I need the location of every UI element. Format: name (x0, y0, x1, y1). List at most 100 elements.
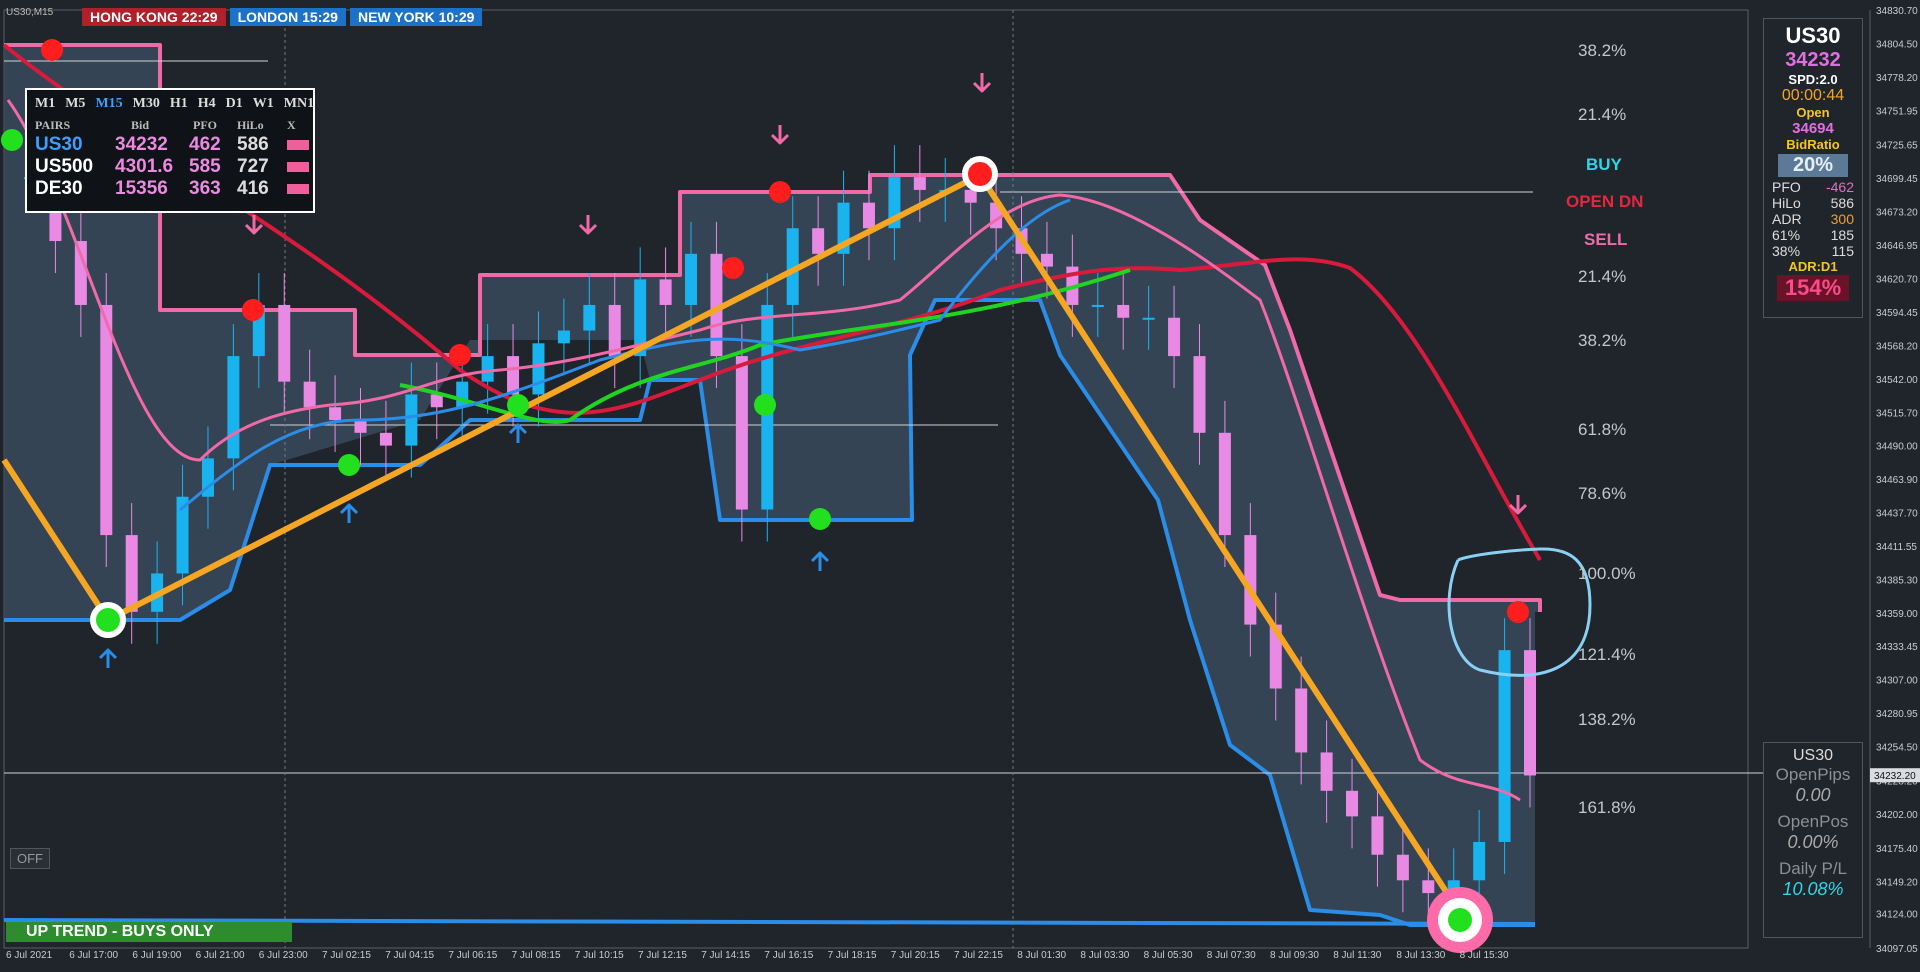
timeframe-m30[interactable]: M30 (133, 96, 160, 112)
bear-candle (507, 356, 520, 395)
time-tick-label: 7 Jul 18:15 (828, 950, 877, 961)
time-tick-label: 7 Jul 14:15 (701, 950, 750, 961)
price-tick-label: 34097.05 (1876, 944, 1918, 955)
fib-level-label: 78.6% (1578, 484, 1626, 503)
fib-level-label: 138.2% (1578, 710, 1636, 729)
time-tick-label: 7 Jul 02:15 (322, 950, 371, 961)
stat-label: 61% (1772, 227, 1801, 243)
bear-candle (1346, 790, 1359, 817)
stat-label: ADR (1772, 211, 1802, 227)
fib-level-label: 38.2% (1578, 331, 1626, 350)
daily-pl-value: 10.08% (1782, 879, 1844, 899)
time-tick-label: 6 Jul 23:00 (259, 950, 308, 961)
buy-signal-dot (809, 508, 831, 530)
timeframe-mn1[interactable]: MN1 (284, 96, 314, 112)
positions-symbol: US30 (1792, 747, 1834, 764)
open-pos-value: 0.00% (1787, 832, 1839, 852)
timeframe-m5[interactable]: M5 (65, 96, 85, 112)
off-button[interactable]: OFF (10, 848, 50, 869)
bear-candle (329, 407, 342, 421)
time-tick-label: 6 Jul 2021 (6, 950, 53, 961)
up-arrow-icon (810, 551, 830, 571)
price-tick-label: 34646.95 (1876, 241, 1918, 252)
price-tick-label: 34254.50 (1876, 743, 1918, 754)
price-tick-label: 34333.45 (1876, 642, 1918, 653)
price-tick-label: 34202.00 (1876, 810, 1918, 821)
price-tick-label: 34411.55 (1876, 542, 1917, 553)
price-tick-label: 34778.20 (1876, 73, 1918, 84)
header-bid: Bid (131, 118, 150, 132)
pair-bid: 4301.6 (115, 156, 174, 177)
close-pair-button[interactable] (287, 162, 309, 172)
signal-open-dn: OPEN DN (1566, 192, 1644, 211)
up-arrow-icon (98, 648, 118, 668)
fib-level-label: 38.2% (1578, 41, 1626, 60)
time-tick-label: 8 Jul 15:30 (1460, 950, 1509, 961)
stat-label: PFO (1772, 179, 1801, 195)
info-timer: 00:00:44 (1781, 87, 1845, 104)
price-tick-label: 34175.40 (1876, 844, 1918, 855)
sell-signal-dot (242, 299, 264, 321)
bear-candle (1117, 304, 1130, 318)
chart-symbol-title: US30,M15 (6, 7, 54, 18)
up-arrow-icon (508, 423, 528, 443)
header-pfo: PFO (193, 118, 217, 132)
info-open-value: 34694 (1792, 120, 1834, 137)
time-tick-label: 6 Jul 19:00 (132, 950, 181, 961)
time-tick-label: 6 Jul 21:00 (196, 950, 245, 961)
sell-signal-dot (449, 344, 471, 366)
price-tick-label: 34149.20 (1876, 877, 1918, 888)
fib-level-label: 161.8% (1578, 798, 1636, 817)
price-tick-label: 34751.95 (1876, 107, 1918, 118)
price-tick-label: 34725.65 (1876, 140, 1918, 151)
sell-signal-dot (41, 39, 63, 61)
timeframe-h4[interactable]: H4 (198, 96, 216, 112)
close-pair-button[interactable] (287, 140, 309, 150)
info-bidratio-label: BidRatio (1786, 137, 1840, 152)
pair-hilo: 727 (237, 156, 269, 177)
info-symbol: US30 (1785, 23, 1841, 48)
close-pair-button[interactable] (287, 184, 309, 194)
header-x: X (287, 118, 296, 132)
fib-level-label: 21.4% (1578, 105, 1626, 124)
pair-symbol: US30 (35, 134, 83, 155)
price-tick-label: 34542.00 (1876, 375, 1918, 386)
trend-banner: UP TREND - BUYS ONLY (6, 922, 292, 942)
timeframe-d1[interactable]: D1 (226, 96, 243, 112)
pairs-dashboard: M1 M5 M15 M30 H1 H4 D1 W1 MN1 PAIRS Bid … (25, 88, 315, 213)
pair-bid: 15356 (115, 178, 168, 199)
bull-candle (1142, 317, 1155, 320)
down-arrow-icon (578, 215, 598, 235)
price-tick-label: 34359.00 (1876, 609, 1918, 620)
price-tick-label: 34124.00 (1876, 910, 1918, 921)
fib-level-label: 121.4% (1578, 645, 1636, 664)
fib-level-label: 21.4% (1578, 267, 1626, 286)
bull-candle (1091, 304, 1104, 307)
time-tick-label: 7 Jul 20:15 (891, 950, 940, 961)
price-tick-label: 34594.45 (1876, 308, 1918, 319)
bear-candle (1295, 688, 1308, 753)
daily-pl-label: Daily P/L (1778, 859, 1848, 878)
clock-london: LONDON 15:29 (229, 8, 346, 26)
info-stat-61: 61% 185 (1764, 227, 1862, 243)
timeframe-h1[interactable]: H1 (170, 96, 188, 112)
info-open-label: Open (1796, 105, 1830, 120)
bear-candle (1524, 650, 1536, 776)
info-adr-value: 154% (1777, 275, 1849, 301)
fib-level-label: 61.8% (1578, 420, 1626, 439)
time-tick-label: 8 Jul 05:30 (1144, 950, 1193, 961)
time-tick-label: 7 Jul 10:15 (575, 950, 624, 961)
price-tick-label: 34673.20 (1876, 207, 1918, 218)
bear-candle (812, 228, 825, 254)
time-tick-label: 8 Jul 09:30 (1270, 950, 1319, 961)
time-tick-label: 8 Jul 03:30 (1080, 950, 1129, 961)
bear-candle (100, 304, 113, 536)
down-arrow-icon (972, 73, 992, 93)
timeframe-m1[interactable]: M1 (35, 96, 55, 112)
clock-hong-kong: HONG KONG 22:29 (82, 8, 226, 26)
timeframe-m15[interactable]: M15 (95, 96, 122, 112)
timeframe-w1[interactable]: W1 (253, 96, 274, 112)
bull-candle (227, 356, 240, 459)
current-price-label: 34232.20 (1874, 771, 1916, 782)
price-tick-label: 34307.00 (1876, 676, 1918, 687)
